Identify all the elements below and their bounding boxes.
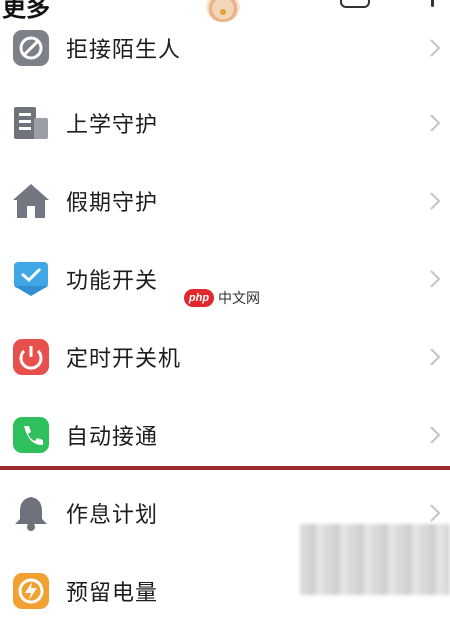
menu-item-label: 预留电量: [66, 581, 159, 606]
menu-item-label: 自动接通: [66, 425, 159, 450]
menu-item-school-guard[interactable]: 上学守护: [0, 84, 450, 162]
watermark-badge: php: [184, 289, 214, 307]
more-icon[interactable]: [431, 0, 434, 7]
menu-item-label: 定时开关机: [66, 347, 182, 372]
blurred-region: [300, 524, 450, 595]
chevron-right-icon: [430, 39, 441, 57]
chevron-right-icon: [430, 270, 441, 288]
menu-item-holiday-guard[interactable]: 假期守护: [0, 162, 450, 240]
function-switch-icon: [14, 262, 48, 296]
menu-item-block-stranger[interactable]: 拒接陌生人: [0, 26, 450, 84]
power-icon: [13, 339, 49, 375]
chevron-right-icon: [430, 192, 441, 210]
avatar[interactable]: [206, 0, 240, 22]
bell-icon: [15, 497, 47, 531]
home-icon: [13, 184, 49, 218]
watermark-text: 中文网: [218, 291, 260, 307]
top-bar: 更多: [0, 0, 450, 26]
highlight-border-top: [0, 466, 450, 470]
menu-item-scheduled-power[interactable]: 定时开关机: [0, 318, 450, 396]
school-building-icon: [14, 107, 48, 139]
watermark: php 中文网: [184, 287, 260, 309]
menu-item-auto-answer[interactable]: 自动接通: [0, 396, 450, 474]
chevron-right-icon: [430, 426, 441, 444]
block-stranger-icon: [13, 30, 49, 66]
menu-item-label: 上学守护: [66, 113, 159, 138]
chevron-right-icon: [430, 504, 441, 522]
phone-icon: [13, 417, 49, 453]
menu-item-label: 假期守护: [66, 191, 159, 216]
battery-charge-icon: [13, 573, 49, 609]
page-title: 更多: [2, 0, 50, 22]
chevron-right-icon: [430, 114, 441, 132]
chevron-right-icon: [430, 348, 441, 366]
menu-item-label: 作息计划: [66, 503, 159, 528]
menu-item-label: 功能开关: [66, 269, 159, 294]
menu-item-label: 拒接陌生人: [66, 38, 182, 63]
chat-icon[interactable]: [340, 0, 370, 8]
